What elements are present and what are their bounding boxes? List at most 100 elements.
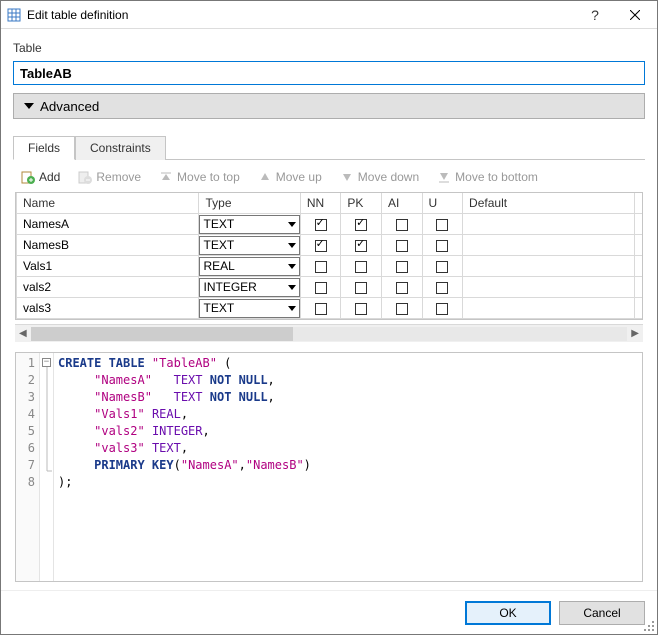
field-type-cell[interactable]: TEXT [199,214,300,235]
table-row[interactable]: vals2INTEGER [17,277,644,298]
type-select[interactable]: TEXT [199,215,299,234]
default-cell[interactable] [463,277,635,298]
field-type-cell[interactable]: REAL [199,256,300,277]
field-name-cell[interactable]: Vals1 [17,256,199,277]
check-cell[interactable] [635,277,643,298]
move-up-button[interactable]: Move up [258,170,322,184]
ai-cell[interactable] [381,214,422,235]
move-down-button[interactable]: Move down [340,170,419,184]
checkbox[interactable] [315,219,327,231]
u-cell[interactable] [422,235,463,256]
checkbox[interactable] [315,261,327,273]
table-row[interactable]: NamesATEXT [17,214,644,235]
type-select[interactable]: REAL [199,257,299,276]
advanced-button[interactable]: Advanced [13,93,645,119]
checkbox[interactable] [396,219,408,231]
nn-cell[interactable] [300,214,341,235]
u-cell[interactable] [422,214,463,235]
u-cell[interactable] [422,256,463,277]
check-cell[interactable] [635,235,643,256]
checkbox[interactable] [315,303,327,315]
fields-h-scrollbar[interactable]: ◀ ▶ [15,324,643,342]
col-check[interactable]: Cl [635,193,643,214]
col-type[interactable]: Type [199,193,300,214]
ai-cell[interactable] [381,256,422,277]
checkbox[interactable] [436,303,448,315]
checkbox[interactable] [396,261,408,273]
scroll-thumb[interactable] [31,327,294,341]
fold-toggle[interactable]: − [42,358,51,367]
checkbox[interactable] [355,303,367,315]
field-type-cell[interactable]: TEXT [199,235,300,256]
checkbox[interactable] [355,219,367,231]
table-row[interactable]: Vals1REAL [17,256,644,277]
field-type-cell[interactable]: TEXT [199,298,300,319]
check-cell[interactable] [635,214,643,235]
checkbox[interactable] [436,282,448,294]
checkbox[interactable] [436,261,448,273]
default-cell[interactable] [463,256,635,277]
field-name-cell[interactable]: vals3 [17,298,199,319]
col-name[interactable]: Name [17,193,199,214]
scroll-left-icon[interactable]: ◀ [19,328,27,339]
close-button[interactable] [615,2,655,28]
remove-field-button[interactable]: Remove [78,170,141,184]
col-default[interactable]: Default [463,193,635,214]
checkbox[interactable] [436,219,448,231]
pk-cell[interactable] [341,298,382,319]
checkbox[interactable] [355,240,367,252]
nn-cell[interactable] [300,298,341,319]
checkbox[interactable] [396,303,408,315]
pk-cell[interactable] [341,277,382,298]
field-type-cell[interactable]: INTEGER [199,277,300,298]
field-name-cell[interactable]: NamesA [17,214,199,235]
checkbox[interactable] [396,240,408,252]
checkbox[interactable] [355,261,367,273]
table-row[interactable]: NamesBTEXT [17,235,644,256]
move-bottom-button[interactable]: Move to bottom [437,170,538,184]
pk-cell[interactable] [341,235,382,256]
col-pk[interactable]: PK [341,193,382,214]
table-name-input[interactable] [13,61,645,85]
checkbox[interactable] [315,240,327,252]
sql-code[interactable]: CREATE TABLE "TableAB" ( "NamesA" TEXT N… [54,353,642,581]
tab-constraints[interactable]: Constraints [75,136,166,160]
field-name-cell[interactable]: NamesB [17,235,199,256]
default-cell[interactable] [463,235,635,256]
ok-button[interactable]: OK [465,601,551,625]
scroll-right-icon[interactable]: ▶ [631,328,639,339]
pk-cell[interactable] [341,256,382,277]
resize-grip[interactable] [643,620,655,632]
default-cell[interactable] [463,298,635,319]
checkbox[interactable] [436,240,448,252]
table-row[interactable]: vals3TEXT [17,298,644,319]
type-select[interactable]: TEXT [199,236,299,255]
move-top-button[interactable]: Move to top [159,170,240,184]
checkbox[interactable] [396,282,408,294]
ai-cell[interactable] [381,277,422,298]
col-nn[interactable]: NN [300,193,341,214]
u-cell[interactable] [422,298,463,319]
type-select[interactable]: TEXT [199,299,299,318]
u-cell[interactable] [422,277,463,298]
col-u[interactable]: U [422,193,463,214]
ai-cell[interactable] [381,298,422,319]
nn-cell[interactable] [300,277,341,298]
default-cell[interactable] [463,214,635,235]
tab-fields[interactable]: Fields [13,136,75,160]
ai-cell[interactable] [381,235,422,256]
pk-cell[interactable] [341,214,382,235]
add-field-button[interactable]: Add [21,170,60,184]
help-button[interactable]: ? [575,2,615,28]
cancel-button[interactable]: Cancel [559,601,645,625]
type-select[interactable]: INTEGER [199,278,299,297]
field-name-cell[interactable]: vals2 [17,277,199,298]
check-cell[interactable] [635,256,643,277]
nn-cell[interactable] [300,235,341,256]
close-icon [630,10,640,20]
checkbox[interactable] [315,282,327,294]
check-cell[interactable] [635,298,643,319]
nn-cell[interactable] [300,256,341,277]
checkbox[interactable] [355,282,367,294]
col-ai[interactable]: AI [381,193,422,214]
